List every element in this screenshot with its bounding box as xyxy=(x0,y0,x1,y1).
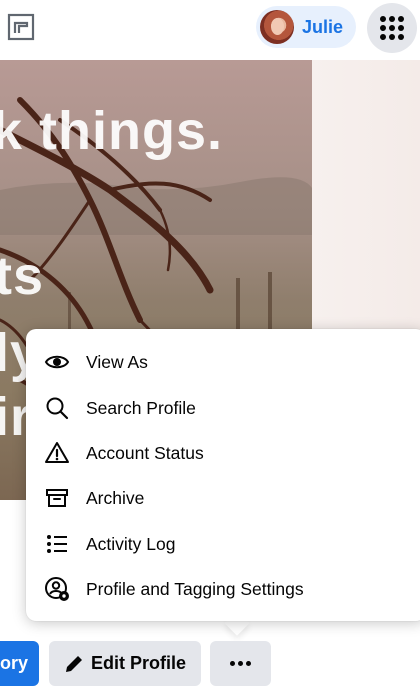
more-options-button[interactable] xyxy=(210,641,271,686)
menu-item-archive[interactable]: Archive xyxy=(26,476,420,520)
cover-text-line-2: ts xyxy=(0,246,45,306)
menu-item-account-status[interactable]: Account Status xyxy=(26,431,420,475)
more-dot xyxy=(238,661,243,666)
menu-item-search-profile[interactable]: Search Profile xyxy=(26,386,420,430)
menu-item-label: Search Profile xyxy=(86,398,196,418)
page-logo-icon[interactable] xyxy=(6,12,36,42)
list-icon xyxy=(44,531,70,557)
grid-menu-icon xyxy=(380,16,404,40)
add-story-label: ory xyxy=(0,653,29,673)
edit-profile-label: Edit Profile xyxy=(91,653,187,673)
menu-item-label: Archive xyxy=(86,488,145,508)
menu-item-view-as[interactable]: View As xyxy=(26,340,420,384)
edit-profile-button[interactable]: Edit Profile xyxy=(49,641,201,686)
more-dot xyxy=(246,661,251,666)
app-menu-button[interactable] xyxy=(367,3,417,53)
menu-item-profile-tagging-settings[interactable]: Profile and Tagging Settings xyxy=(26,567,420,611)
more-dot xyxy=(230,661,235,666)
pencil-icon xyxy=(64,653,85,674)
profile-options-menu: View As Search Profile Account Status Ar… xyxy=(26,329,420,621)
search-icon xyxy=(44,395,70,421)
menu-item-label: Account Status xyxy=(86,443,204,463)
menu-item-label: View As xyxy=(86,352,148,372)
profile-settings-gear-icon xyxy=(44,576,70,602)
menu-item-label: Profile and Tagging Settings xyxy=(86,579,304,599)
cover-text-line-1: k things. xyxy=(0,101,224,161)
eye-icon xyxy=(44,349,70,375)
archive-box-icon xyxy=(44,485,70,511)
profile-chip[interactable]: Julie xyxy=(256,6,356,48)
warning-triangle-icon xyxy=(44,440,70,466)
menu-item-activity-log[interactable]: Activity Log xyxy=(26,522,420,566)
add-story-button[interactable]: ory xyxy=(0,641,39,686)
avatar xyxy=(260,10,294,44)
menu-item-label: Activity Log xyxy=(86,534,176,554)
profile-chip-name: Julie xyxy=(302,16,344,37)
top-bar: Julie xyxy=(0,0,420,56)
